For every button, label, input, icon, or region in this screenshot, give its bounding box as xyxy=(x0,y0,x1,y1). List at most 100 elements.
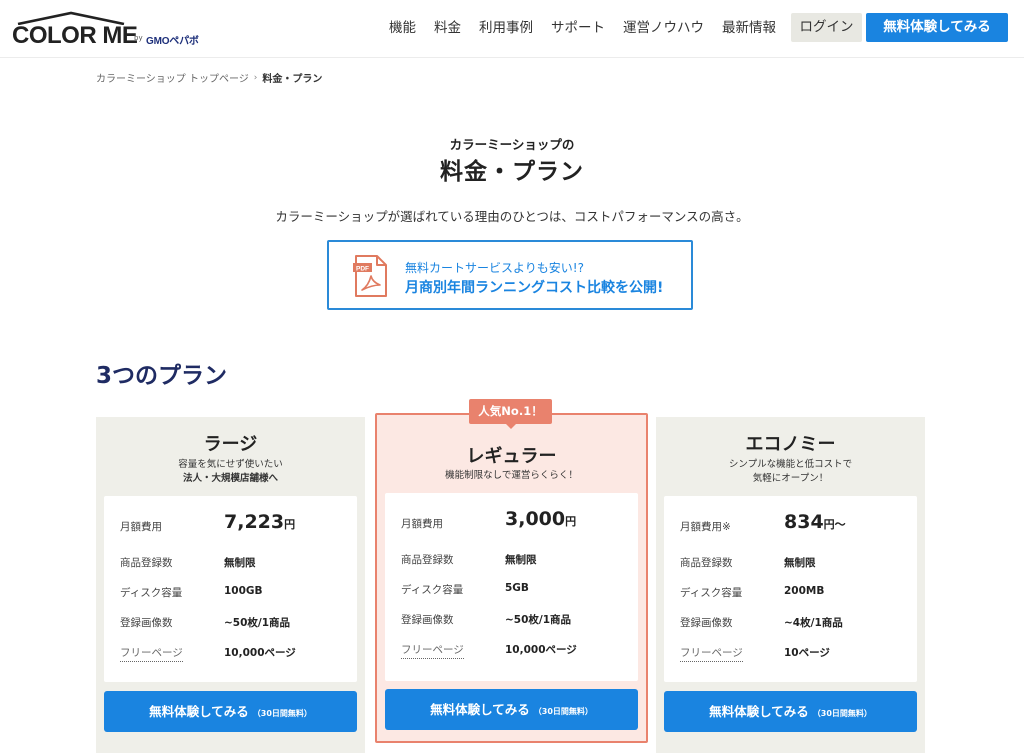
pdf-icon-label: PDF xyxy=(356,266,369,273)
cta-label: 無料体験してみる xyxy=(149,704,249,719)
spec-value-disk: 200MB xyxy=(784,585,825,597)
spec-row-free-pages: フリーページ 10ページ xyxy=(680,641,905,663)
cta-note: （30日間無料） xyxy=(252,709,312,718)
spec-value-free-pages: 10ページ xyxy=(784,647,830,659)
plan-description-line2: 法人・大規模店舗様へ xyxy=(182,473,278,484)
spec-label-monthly: 月額費用 xyxy=(401,518,443,530)
popular-badge: 人気No.1！ xyxy=(469,399,552,429)
spec-value-products: 無制限 xyxy=(784,557,816,569)
spec-label-images: 登録画像数 xyxy=(401,614,454,626)
logo-wordmark: COLOR ME xyxy=(12,22,138,49)
plan-price-amount: 834 xyxy=(784,511,824,533)
plan-name: ラージ xyxy=(203,434,258,455)
cta-note: （30日間無料） xyxy=(812,709,872,718)
large-trial-button[interactable]: 無料体験してみる （30日間無料） xyxy=(104,691,357,732)
plan-description-line2: 気軽にオープン！ xyxy=(752,473,829,484)
spec-row-monthly: 月額費用 3,000円 xyxy=(401,508,626,534)
spec-value-images: ~50枚/1商品 xyxy=(505,614,572,626)
plan-description-line1: シンプルな機能と低コストで xyxy=(728,459,853,470)
logo-company: GMOペパボ xyxy=(146,36,199,47)
plan-card-economy: エコノミー シンプルな機能と低コストで 気軽にオープン！ 月額費用※ 834円〜… xyxy=(656,417,925,753)
spec-label-monthly: 月額費用 xyxy=(120,521,162,533)
regular-trial-button[interactable]: 無料体験してみる （30日間無料） xyxy=(385,689,638,730)
header-trial-button[interactable]: 無料体験してみる xyxy=(866,13,1008,42)
cta-label: 無料体験してみる xyxy=(709,704,809,719)
plan-spec-box: 月額費用※ 834円〜 商品登録数 無制限 ディスク容量 200MB 登録画像数… xyxy=(664,496,917,682)
spec-row-products: 商品登録数 無制限 xyxy=(680,551,905,573)
spec-value-disk: 5GB xyxy=(505,582,529,594)
login-button[interactable]: ログイン xyxy=(791,13,862,42)
spec-row-products: 商品登録数 無制限 xyxy=(401,548,626,570)
price-unit: 円〜 xyxy=(823,518,846,531)
economy-trial-button[interactable]: 無料体験してみる （30日間無料） xyxy=(664,691,917,732)
plan-price-amount: 3,000 xyxy=(505,508,566,530)
spec-label-products: 商品登録数 xyxy=(120,557,173,569)
spec-label-monthly: 月額費用※ xyxy=(680,521,731,533)
spec-label-images: 登録画像数 xyxy=(680,617,733,629)
breadcrumb-home-link[interactable]: カラーミーショップ トップページ xyxy=(96,70,249,85)
pdf-comparison-banner[interactable]: PDF 無料カートサービスよりも安い!? 月商別年間ランニングコスト比較を公開! xyxy=(327,240,693,310)
plan-card-large: ラージ 容量を気にせず使いたい 法人・大規模店舗様へ 月額費用 7,223円 商… xyxy=(96,417,365,753)
plan-description: 機能制限なしで運営らくらく！ xyxy=(445,470,578,481)
spec-row-free-pages: フリーページ 10,000ページ xyxy=(120,641,345,663)
cta-label: 無料体験してみる xyxy=(430,702,530,717)
spec-label-disk: ディスク容量 xyxy=(120,587,183,599)
nav-item-features[interactable]: 機能 xyxy=(389,17,416,39)
plan-card-regular: レギュラー 機能制限なしで運営らくらく！ 月額費用 3,000円 商品登録数 無… xyxy=(375,413,648,743)
spec-row-images: 登録画像数 ~50枚/1商品 xyxy=(120,611,345,633)
spec-value-products: 無制限 xyxy=(505,554,537,566)
plan-name: エコノミー xyxy=(745,434,836,455)
pdf-file-icon: PDF xyxy=(353,255,387,297)
logo-by-text: by xyxy=(134,34,143,42)
spec-row-monthly: 月額費用 7,223円 xyxy=(120,511,345,537)
plan-price: 7,223円 xyxy=(224,511,295,533)
spec-label-disk: ディスク容量 xyxy=(401,584,464,596)
free-pages-link[interactable]: フリーページ xyxy=(401,642,464,659)
spec-value-images: ~4枚/1商品 xyxy=(784,617,843,629)
plan-description: 容量を気にせず使いたい 法人・大規模店舗様へ xyxy=(96,458,365,486)
spec-row-disk: ディスク容量 5GB xyxy=(401,578,626,600)
page-title: 料金・プラン xyxy=(440,159,584,185)
spec-value-free-pages: 10,000ページ xyxy=(224,647,296,659)
spec-row-images: 登録画像数 ~4枚/1商品 xyxy=(680,611,905,633)
spec-value-disk: 100GB xyxy=(224,585,263,597)
price-unit: 円 xyxy=(565,515,577,528)
price-unit: 円 xyxy=(284,518,296,531)
plan-description: シンプルな機能と低コストで 気軽にオープン！ xyxy=(656,458,925,486)
plan-spec-box: 月額費用 7,223円 商品登録数 無制限 ディスク容量 100GB 登録画像数… xyxy=(104,496,357,682)
nav-item-cases[interactable]: 利用事例 xyxy=(479,17,533,39)
plan-description-line1: 容量を気にせず使いたい xyxy=(178,459,283,470)
plans-section-title: 3つのプラン xyxy=(96,363,228,389)
nav-item-news[interactable]: 最新情報 xyxy=(722,17,776,39)
main-nav: 機能 料金 利用事例 サポート 運営ノウハウ 最新情報 xyxy=(389,17,794,39)
spec-row-disk: ディスク容量 100GB xyxy=(120,581,345,603)
spec-row-free-pages: フリーページ 10,000ページ xyxy=(401,638,626,660)
nav-item-support[interactable]: サポート xyxy=(551,17,605,39)
spec-label-products: 商品登録数 xyxy=(680,557,733,569)
pdf-banner-subtext: 無料カートサービスよりも安い!? xyxy=(405,261,584,275)
site-header: COLOR ME by GMOペパボ 機能 料金 利用事例 サポート 運営ノウハ… xyxy=(0,0,1024,58)
nav-item-pricing[interactable]: 料金 xyxy=(434,17,461,39)
spec-row-monthly: 月額費用※ 834円〜 xyxy=(680,511,905,537)
spec-value-images: ~50枚/1商品 xyxy=(224,617,291,629)
free-pages-link[interactable]: フリーページ xyxy=(680,645,743,662)
spec-row-products: 商品登録数 無制限 xyxy=(120,551,345,573)
pdf-banner-headline: 月商別年間ランニングコスト比較を公開! xyxy=(405,280,664,296)
breadcrumb: カラーミーショップ トップページ › 料金・プラン xyxy=(96,70,323,86)
plan-price: 3,000円 xyxy=(505,508,576,530)
plan-spec-box: 月額費用 3,000円 商品登録数 無制限 ディスク容量 5GB 登録画像数 ~… xyxy=(385,493,638,681)
spec-label-products: 商品登録数 xyxy=(401,554,454,566)
spec-row-disk: ディスク容量 200MB xyxy=(680,581,905,603)
spec-label-images: 登録画像数 xyxy=(120,617,173,629)
color-me-logo[interactable]: COLOR ME by GMOペパボ xyxy=(12,9,202,51)
spec-value-products: 無制限 xyxy=(224,557,256,569)
spec-row-images: 登録画像数 ~50枚/1商品 xyxy=(401,608,626,630)
nav-item-knowhow[interactable]: 運営ノウハウ xyxy=(623,17,704,39)
page-lead: カラーミーショップが選ばれている理由のひとつは、コストパフォーマンスの高さ。 xyxy=(275,209,749,224)
cta-note: （30日間無料） xyxy=(533,707,593,716)
spec-value-free-pages: 10,000ページ xyxy=(505,644,577,656)
page-pre-title: カラーミーショップの xyxy=(449,137,575,152)
breadcrumb-current: 料金・プラン xyxy=(262,74,323,85)
free-pages-link[interactable]: フリーページ xyxy=(120,645,183,662)
chevron-right-icon: › xyxy=(253,72,258,83)
